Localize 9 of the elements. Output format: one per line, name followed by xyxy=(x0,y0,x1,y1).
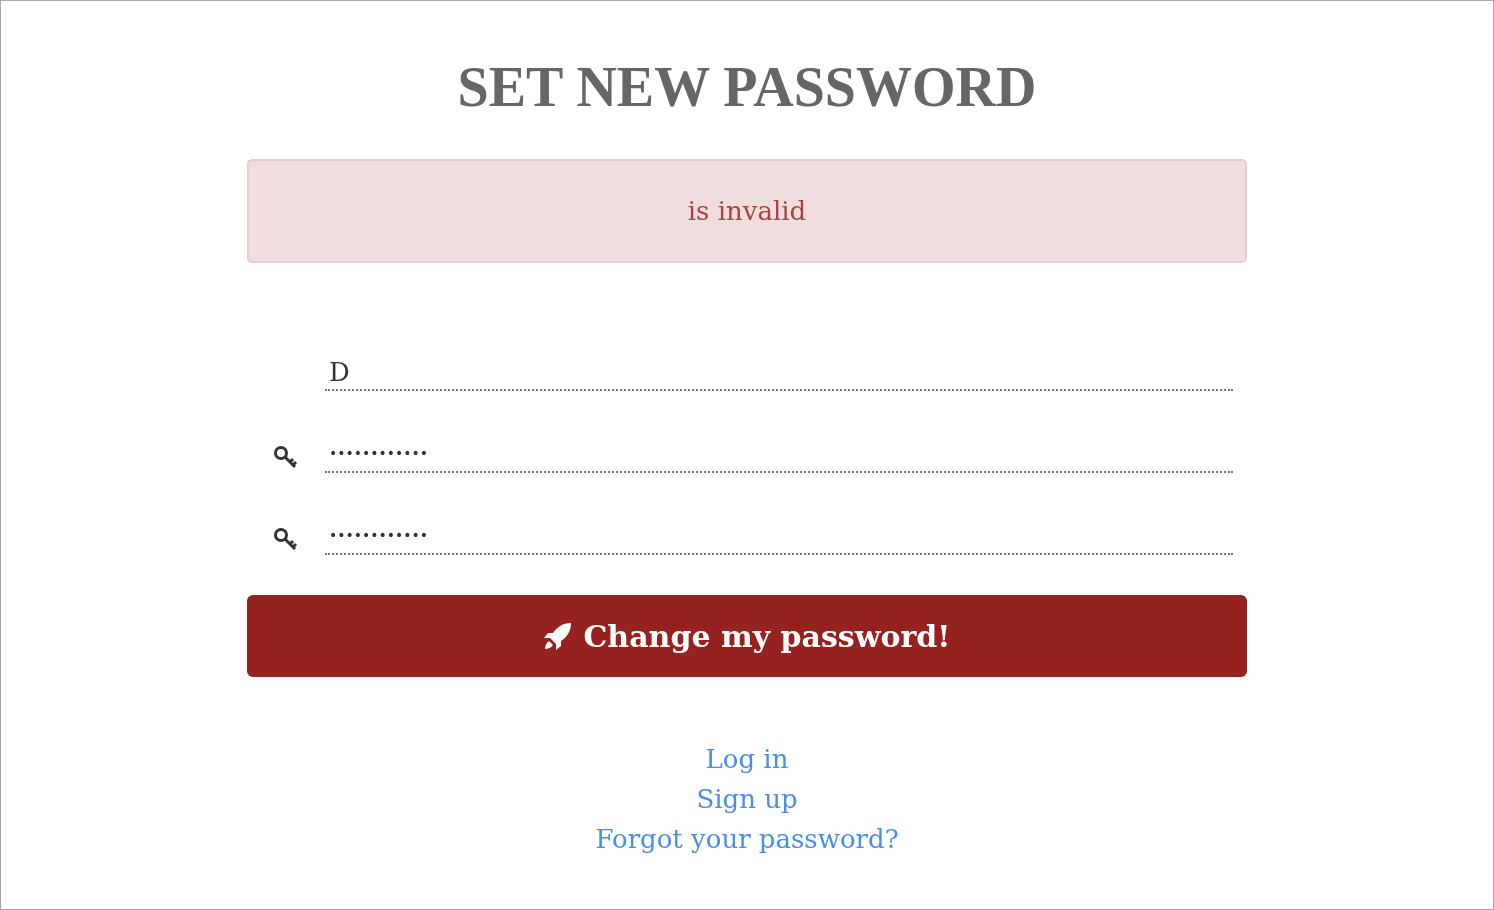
key-icon xyxy=(273,445,299,471)
input-field[interactable]: •••••••••••• xyxy=(325,445,1233,473)
input-field[interactable]: D xyxy=(325,357,1233,391)
page-title: SET NEW PASSWORD xyxy=(457,55,1037,120)
key-icon xyxy=(273,527,299,553)
input-field[interactable]: •••••••••••• xyxy=(325,527,1233,555)
submit-button[interactable]: Change my password! xyxy=(247,595,1247,677)
error-message: is invalid xyxy=(687,196,807,226)
rocket-icon xyxy=(543,621,574,651)
